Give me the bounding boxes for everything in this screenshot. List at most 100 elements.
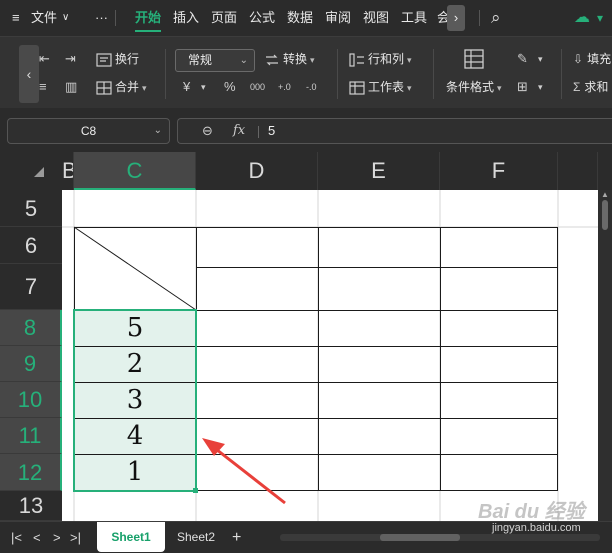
prev-sheet-button[interactable]: <	[33, 522, 41, 553]
column-header-label: F	[491, 158, 506, 183]
cell-c12[interactable]: 1	[74, 454, 196, 491]
fill-button[interactable]: ⇩ 填充	[573, 49, 611, 69]
wrap-text-button[interactable]: 换行	[96, 49, 139, 69]
sum-icon: Σ	[573, 80, 581, 94]
increase-decimal-icon[interactable]: +.0	[278, 77, 291, 97]
diagonal-header-line	[73, 226, 197, 311]
ribbon: ‹ ⇤ ⇥ ≡ ▥ 换行 合并 ▾ 常规 ⌄ 转换 ▾ ¥ ▾ % 000 +.0 -…	[0, 36, 612, 108]
scroll-up-icon[interactable]: ▲	[601, 190, 609, 199]
next-sheet-button[interactable]: >	[53, 522, 61, 553]
row-header-8[interactable]: 8	[0, 310, 62, 346]
column-header-label: B	[62, 158, 73, 183]
chevron-down-icon: ▾	[407, 83, 412, 93]
row-header-6[interactable]: 6	[0, 227, 62, 264]
formula-input[interactable]: ⊖ fx 5	[177, 118, 612, 144]
row-header-label: 13	[18, 493, 44, 518]
chevron-down-icon[interactable]: ▾	[538, 49, 543, 69]
row-header-label: 10	[17, 387, 43, 412]
horizontal-scrollbar-thumb[interactable]	[380, 534, 460, 541]
chevron-down-icon[interactable]: ∨	[62, 0, 69, 36]
currency-icon[interactable]: ¥	[183, 77, 190, 97]
chevron-down-icon: ▾	[407, 55, 412, 65]
indent-decrease-icon[interactable]: ⇤	[39, 49, 50, 69]
cell-c10[interactable]: 3	[74, 382, 196, 418]
number-format-select[interactable]: 常规 ⌄	[175, 49, 255, 72]
decrease-decimal-icon[interactable]: -.0	[306, 77, 317, 97]
hamburger-icon[interactable]: ≡	[12, 0, 20, 36]
column-header-g[interactable]	[558, 152, 598, 190]
convert-button[interactable]: 转换 ▾	[264, 49, 315, 69]
ribbon-divider	[433, 49, 434, 99]
autosum-label: 求和	[584, 80, 609, 94]
ribbon-scroll-left-button[interactable]: ‹	[19, 45, 39, 103]
insert-function-icon[interactable]: fx	[233, 119, 245, 143]
chevron-down-icon[interactable]: ▾	[201, 77, 206, 97]
tab-view[interactable]: 视图	[363, 0, 389, 36]
tab-insert[interactable]: 插入	[173, 0, 199, 36]
menu-bar: ≡ 文件 ∨ ··· 开始 插入 页面 公式 数据 审阅 视图 工具 会 › ⌕…	[0, 0, 612, 36]
column-header-f[interactable]: F	[440, 152, 558, 190]
cloud-sync-icon[interactable]: ☁	[574, 0, 590, 36]
tab-data[interactable]: 数据	[287, 0, 313, 36]
cell-c8[interactable]: 5	[74, 310, 196, 346]
indent-increase-icon[interactable]: ⇥	[65, 49, 76, 69]
column-header-d[interactable]: D	[196, 152, 318, 190]
menu-separator	[479, 10, 480, 26]
fill-icon: ⇩	[573, 52, 584, 66]
convert-label: 转换	[283, 52, 308, 66]
row-header-13[interactable]: 13	[0, 491, 62, 521]
row-header-9[interactable]: 9	[0, 346, 62, 382]
row-header-10[interactable]: 10	[0, 382, 62, 418]
row-header-label: 7	[24, 274, 38, 299]
row-header-11[interactable]: 11	[0, 418, 62, 454]
merge-cells-button[interactable]: 合并 ▾	[96, 77, 147, 97]
convert-icon	[266, 54, 278, 66]
conditional-format-icon[interactable]	[463, 48, 485, 75]
search-icon[interactable]: ⌕	[491, 0, 501, 36]
add-sheet-button[interactable]: +	[232, 522, 241, 553]
column-header-c[interactable]: C	[74, 152, 196, 190]
conditional-format-button[interactable]: 条件格式 ▾	[446, 77, 502, 97]
ribbon-divider	[337, 49, 338, 99]
sheet-tab-sheet2[interactable]: Sheet2	[168, 522, 224, 552]
row-header-12[interactable]: 12	[0, 454, 62, 491]
row-header-5[interactable]: 5	[0, 190, 62, 227]
tab-tools[interactable]: 工具	[401, 0, 427, 36]
rows-columns-button[interactable]: 行和列 ▾	[349, 49, 412, 69]
chevron-down-icon: ▾	[310, 55, 315, 65]
select-all-icon	[34, 167, 44, 177]
align-justify-icon[interactable]: ≡	[39, 77, 47, 97]
autosum-button[interactable]: Σ 求和	[573, 77, 608, 97]
cell-c11[interactable]: 4	[74, 418, 196, 454]
name-box[interactable]: C8 ⌄	[7, 118, 170, 144]
percent-icon[interactable]: %	[224, 77, 236, 97]
vertical-scrollbar[interactable]: ▲	[598, 190, 612, 521]
cell-style-icon[interactable]: ✎	[517, 49, 528, 69]
worksheet-grid[interactable]: 5 2 3 4 1	[62, 190, 598, 521]
chevron-down-icon[interactable]: ▾	[538, 77, 543, 97]
first-sheet-button[interactable]: |<	[11, 522, 22, 553]
last-sheet-button[interactable]: >|	[70, 522, 81, 553]
distribute-icon[interactable]: ▥	[65, 77, 77, 97]
sheet-tab-sheet1[interactable]: Sheet1	[97, 522, 165, 552]
scroll-tabs-right-button[interactable]: ›	[447, 5, 465, 31]
thousands-separator-icon[interactable]: 000	[250, 77, 265, 97]
column-header-b[interactable]: B	[62, 152, 74, 190]
chevron-down-icon[interactable]: ▾	[597, 0, 603, 36]
menu-file[interactable]: 文件	[31, 0, 57, 36]
select-all-corner[interactable]	[0, 152, 62, 190]
tab-formula[interactable]: 公式	[249, 0, 275, 36]
borders-icon[interactable]: ⊞	[517, 77, 528, 97]
worksheet-label: 工作表	[368, 80, 405, 94]
zoom-icon[interactable]: ⊖	[202, 119, 213, 143]
tab-review[interactable]: 审阅	[325, 0, 351, 36]
row-header-7[interactable]: 7	[0, 264, 62, 310]
scrollbar-thumb[interactable]	[602, 200, 608, 230]
conditional-format-label: 条件格式	[446, 80, 495, 94]
more-icon[interactable]: ···	[95, 0, 108, 36]
column-header-e[interactable]: E	[318, 152, 440, 190]
cell-c9[interactable]: 2	[74, 346, 196, 382]
formula-divider	[258, 126, 259, 138]
worksheet-button[interactable]: 工作表 ▾	[349, 77, 412, 97]
tab-page[interactable]: 页面	[211, 0, 237, 36]
